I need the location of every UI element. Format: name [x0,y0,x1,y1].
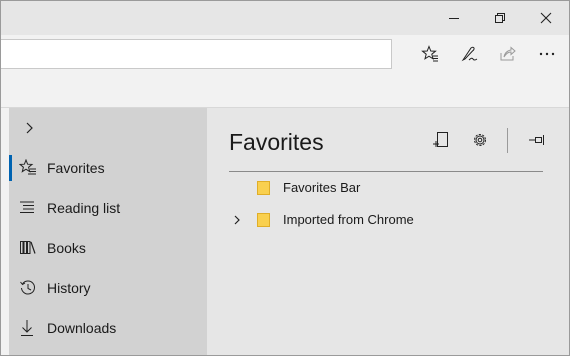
folder-label: Imported from Chrome [283,212,414,227]
pen-icon [461,46,478,62]
favorite-folder-row[interactable]: Favorites Bar [229,174,549,202]
hub-panel: Favorites Reading list Books History Dow… [1,108,569,355]
downloads-icon [19,319,37,337]
expand-button[interactable] [9,112,49,144]
page-edge [1,108,9,355]
nav-label-history: History [47,280,91,296]
pin-pane-button[interactable] [521,124,553,156]
nav-item-favorites[interactable]: Favorites [9,148,207,188]
nav-item-history[interactable]: History [9,268,207,308]
folder-icon [257,181,270,195]
folder-label: Favorites Bar [283,180,361,195]
chevron-right-icon [26,122,33,134]
more-button[interactable] [528,39,566,69]
add-to-favorites-icon [433,132,448,147]
favorites-hub-button[interactable] [411,39,449,69]
minimize-icon [449,18,459,19]
title-bar [1,1,569,35]
minimize-button[interactable] [431,1,477,35]
share-button[interactable] [489,39,527,69]
page-title: Favorites [229,129,324,155]
restore-icon [495,13,505,23]
nav-label-favorites: Favorites [47,160,105,176]
header-divider [229,171,543,172]
address-bar[interactable] [1,39,392,69]
add-to-favorites-button[interactable] [425,124,457,156]
favorites-pane: Favorites Favorites Bar Imported from Ch… [207,108,569,355]
more-icon [539,52,555,56]
restore-button[interactable] [477,1,523,35]
favorites-icon [19,159,37,177]
reading-list-icon [19,199,37,217]
nav-item-reading-list[interactable]: Reading list [9,188,207,228]
pin-icon [529,135,544,145]
folder-icon [257,213,270,227]
toolbar-divider [507,128,508,153]
browser-window: Favorites Reading list Books History Dow… [0,0,570,356]
page-strip [1,75,569,108]
share-icon [500,46,516,61]
nav-item-books[interactable]: Books [9,228,207,268]
favorite-folder-row[interactable]: Imported from Chrome [229,206,549,234]
nav-item-downloads[interactable]: Downloads [9,308,207,348]
history-icon [19,279,37,297]
close-icon [540,12,552,24]
active-indicator [9,155,12,181]
favorites-star-icon [421,45,438,62]
web-note-button[interactable] [450,39,488,69]
nav-label-reading-list: Reading list [47,200,121,216]
nav-label-books: Books [47,240,86,256]
hub-navigation: Favorites Reading list Books History Dow… [9,108,207,355]
close-button[interactable] [523,1,569,35]
books-icon [19,239,37,257]
nav-label-downloads: Downloads [47,320,117,336]
settings-button[interactable] [464,124,496,156]
toolbar [1,35,569,75]
settings-icon [474,134,486,146]
expand-chevron-icon[interactable] [229,212,245,228]
